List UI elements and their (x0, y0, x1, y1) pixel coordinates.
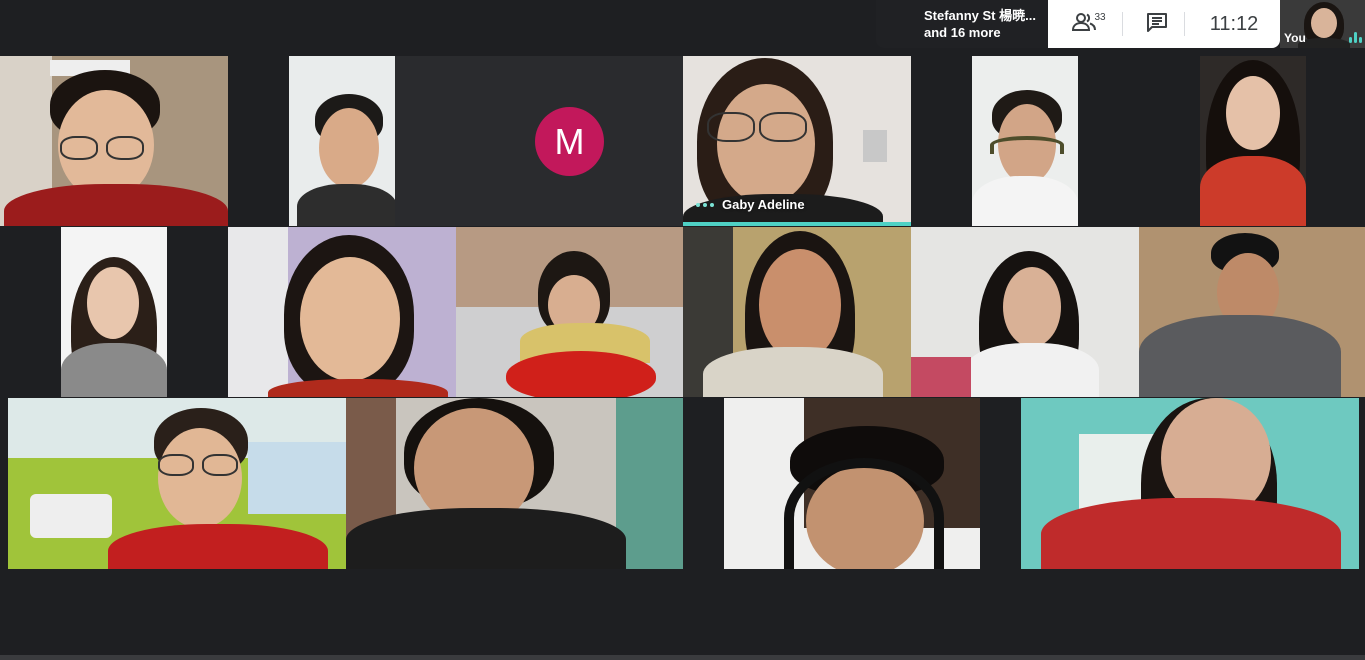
video-body (297, 184, 395, 226)
video-face (717, 84, 815, 204)
video-face (1003, 267, 1061, 347)
speaking-indicator-icon (696, 202, 714, 207)
participant-avatar: M (535, 107, 604, 176)
video-tile[interactable] (61, 227, 167, 397)
video-body (1200, 156, 1306, 226)
chat-icon (1146, 12, 1168, 37)
video-glasses (106, 136, 144, 160)
presenters-line-2: and 16 more (924, 25, 1001, 40)
video-body (972, 176, 1078, 226)
video-glasses (60, 136, 98, 160)
video-body (346, 508, 626, 569)
self-view-tile[interactable]: You (1280, 0, 1365, 48)
video-blanket (911, 357, 971, 397)
chat-button[interactable] (1134, 0, 1180, 48)
video-glasses (759, 112, 807, 142)
speaker-name: Gaby Adeline (722, 197, 805, 212)
bottom-strip (0, 655, 1365, 660)
presenters-info: Stefanny St 楊暁... and 16 more (876, 0, 1048, 48)
video-face (158, 428, 242, 528)
video-headphones (784, 458, 944, 569)
video-body (965, 343, 1099, 397)
video-glasses (707, 112, 755, 142)
video-body (1041, 498, 1341, 569)
video-body (108, 524, 328, 569)
people-count: 33 (1094, 11, 1106, 23)
divider (1184, 12, 1185, 36)
video-headphones (990, 136, 1064, 154)
video-face (1311, 8, 1337, 38)
video-window (248, 442, 346, 514)
video-tile[interactable] (911, 227, 1139, 397)
video-face (300, 257, 400, 381)
video-glasses (158, 454, 194, 476)
audio-level-icon (1349, 32, 1362, 43)
video-wall-socket (863, 130, 887, 162)
video-tile[interactable] (1139, 227, 1365, 397)
video-body (61, 343, 167, 397)
video-tile[interactable] (724, 398, 980, 569)
video-body (1298, 38, 1350, 48)
video-face (87, 267, 139, 339)
video-tile[interactable] (1200, 56, 1306, 226)
active-speaker-border (683, 222, 911, 226)
video-tile[interactable] (972, 56, 1078, 226)
people-button[interactable]: 33 (1058, 0, 1122, 48)
video-body (703, 347, 883, 397)
meeting-controls-panel: 33 11:12 (1048, 0, 1280, 48)
video-tile[interactable] (8, 398, 346, 569)
video-face (1226, 76, 1280, 150)
speaker-name-label: Gaby Adeline (696, 197, 805, 212)
video-tile[interactable] (0, 56, 228, 226)
video-tile[interactable] (289, 56, 395, 226)
video-body (4, 184, 228, 226)
video-tile[interactable] (346, 398, 683, 569)
video-tile[interactable] (683, 227, 911, 397)
video-tile[interactable] (1021, 398, 1359, 569)
video-pillow (506, 351, 656, 397)
video-tile[interactable] (456, 227, 683, 397)
video-tile[interactable] (228, 227, 456, 397)
video-body (268, 379, 448, 397)
video-wall (228, 227, 288, 397)
self-label: You (1284, 31, 1306, 45)
divider (1122, 12, 1123, 36)
video-body (1139, 315, 1341, 397)
presenters-line-1: Stefanny St 楊暁... (924, 8, 1036, 23)
video-glasses (202, 454, 238, 476)
meeting-clock: 11:12 (1209, 12, 1259, 35)
people-icon (1072, 12, 1097, 37)
video-face (319, 108, 379, 188)
video-curtain (616, 398, 683, 569)
video-face (759, 249, 841, 361)
video-aircon (30, 494, 112, 538)
